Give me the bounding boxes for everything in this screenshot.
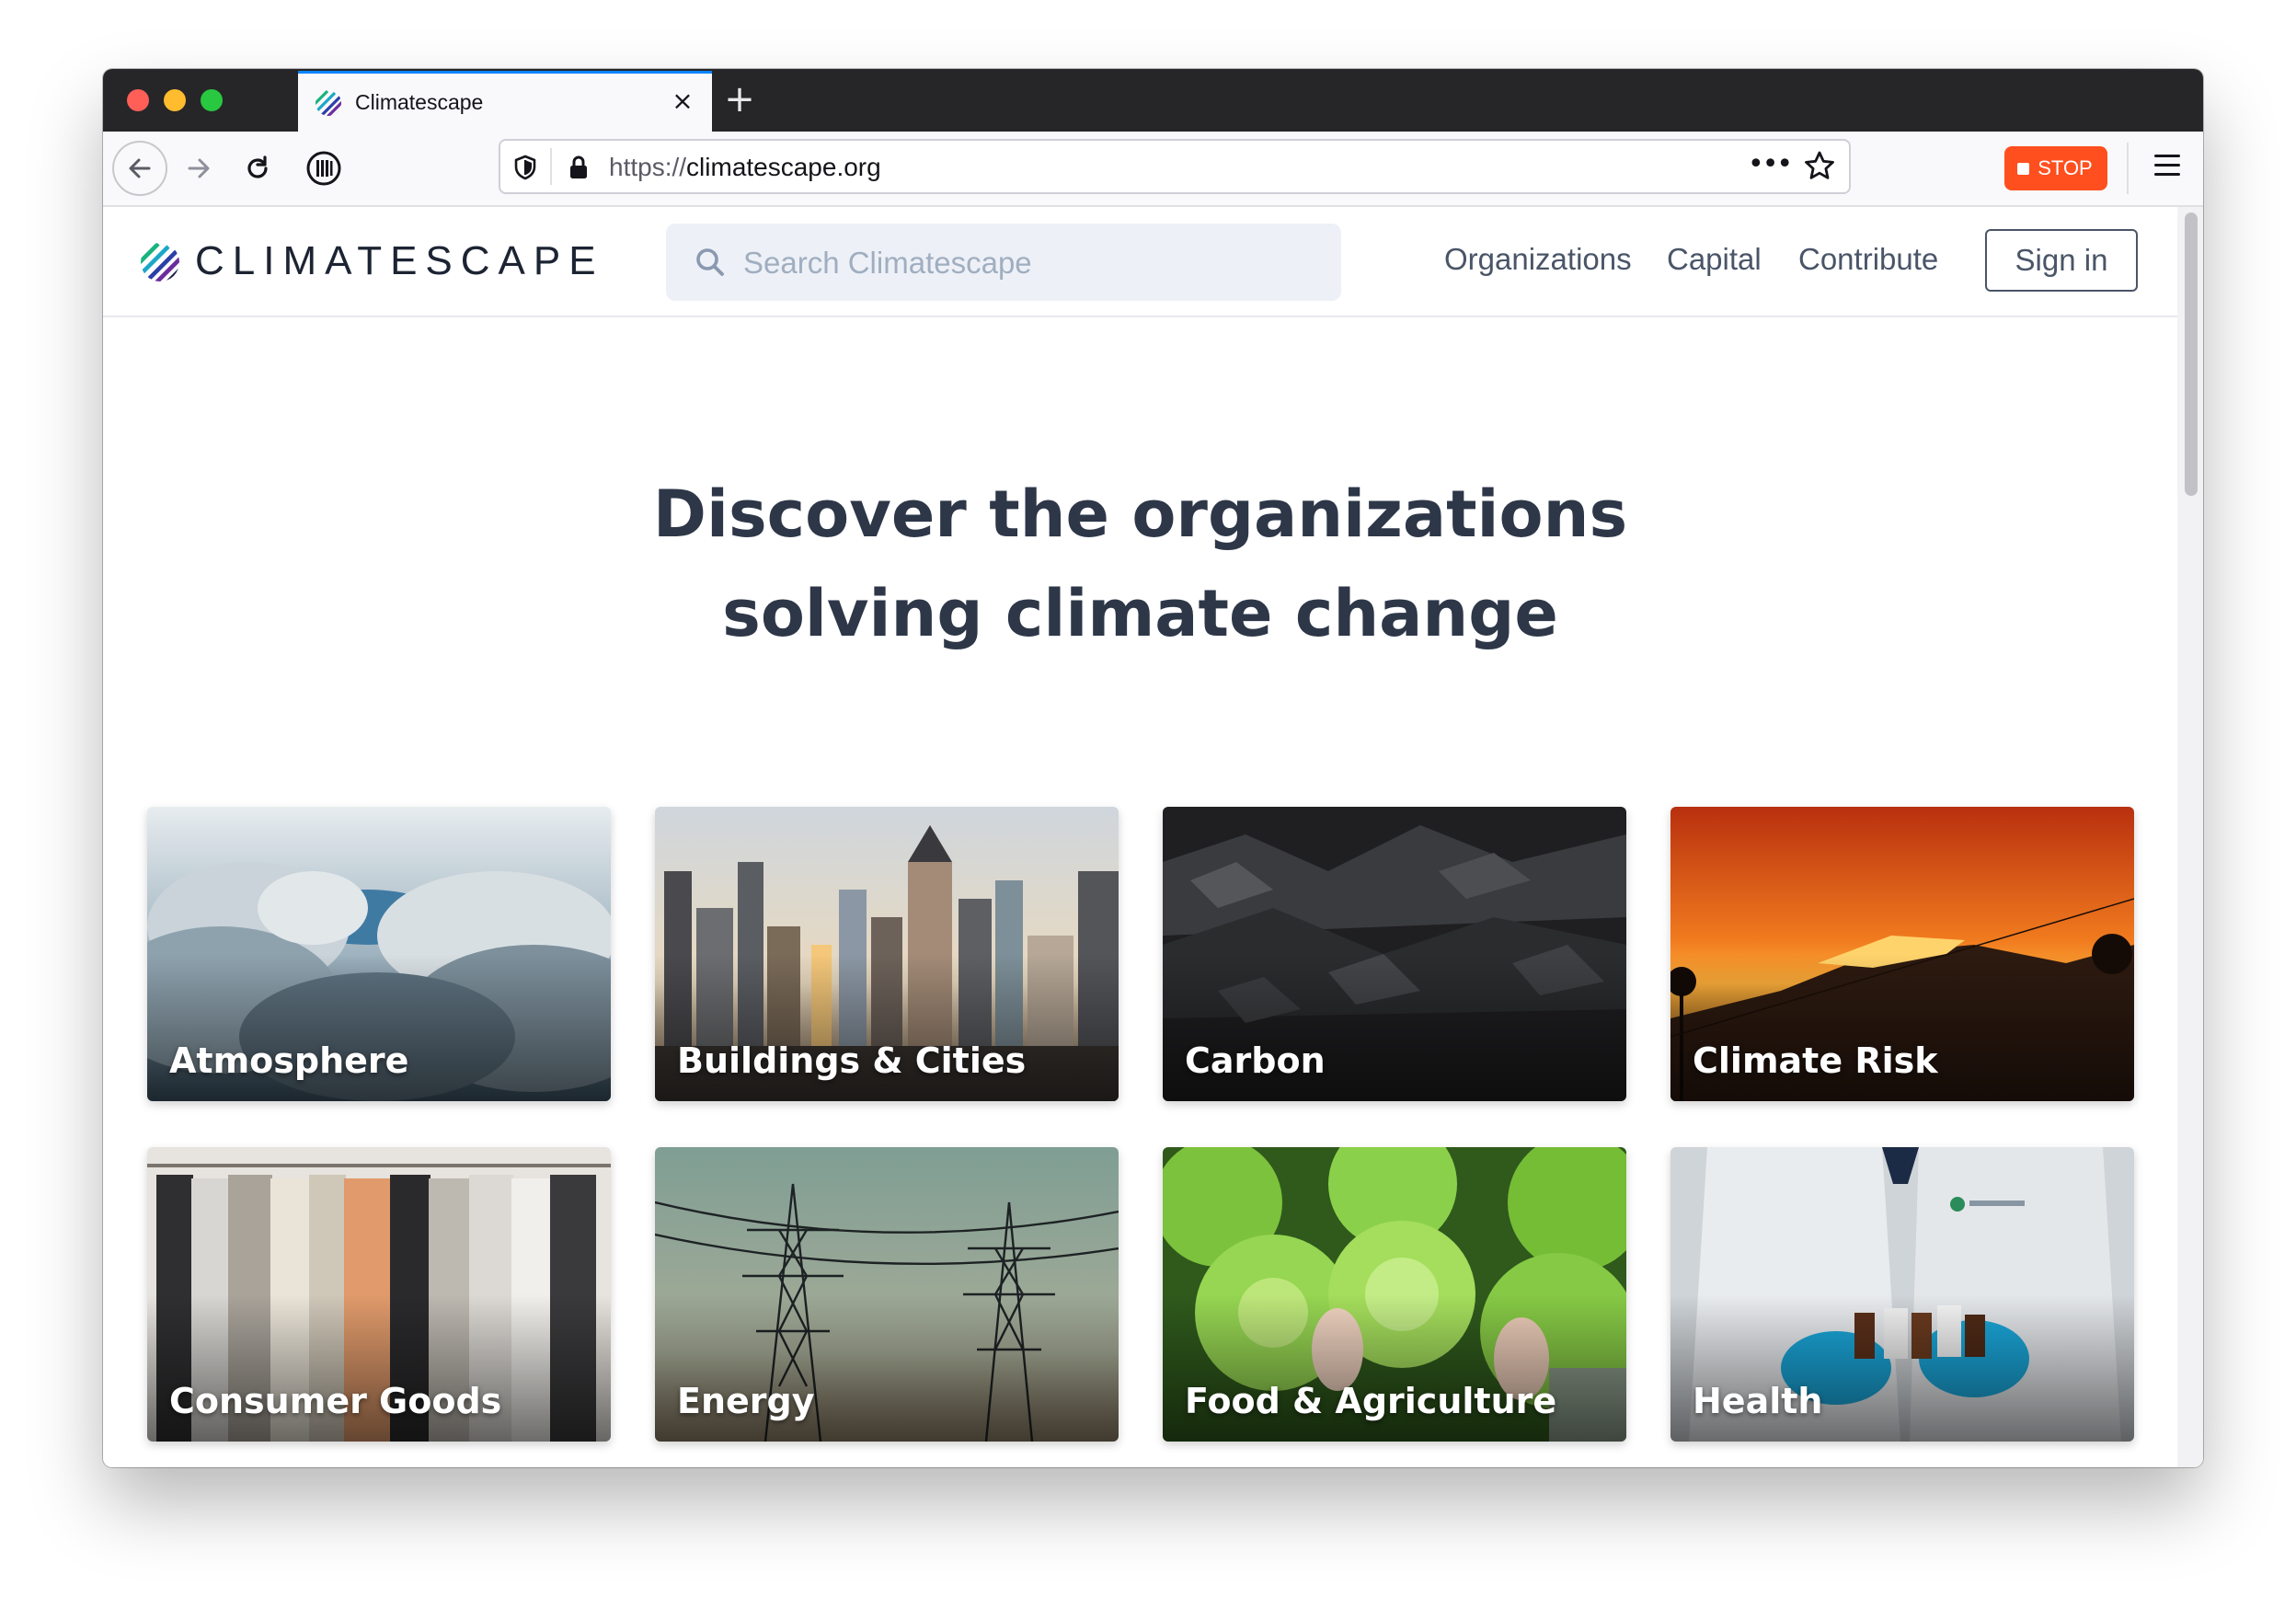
web-page: CLIMATESCAPE Organizations Capital Contr…	[103, 207, 2203, 1467]
bookmark-star-icon[interactable]	[1801, 148, 1838, 185]
category-card-health[interactable]: Health	[1670, 1147, 2134, 1442]
site-header: CLIMATESCAPE Organizations Capital Contr…	[103, 207, 2177, 317]
page-actions-menu-icon[interactable]: •••	[1748, 146, 1793, 187]
category-card-climate-risk[interactable]: Climate Risk	[1670, 807, 2134, 1101]
category-label: Food & Agriculture	[1185, 1381, 1557, 1421]
url-host: climatescape.org	[686, 153, 881, 181]
forward-arrow-icon	[188, 158, 210, 178]
close-window-button[interactable]	[127, 89, 149, 111]
browser-window: Climatescape × + https://climatescape.or…	[103, 69, 2203, 1467]
reload-icon	[247, 155, 268, 178]
url-scheme: https://	[609, 153, 687, 181]
category-label: Health	[1693, 1381, 1823, 1421]
lock-icon[interactable]	[565, 154, 592, 181]
search-box[interactable]	[666, 224, 1341, 303]
back-arrow-icon	[129, 158, 151, 178]
tracking-protection-shield-icon[interactable]	[511, 154, 539, 181]
category-card-energy[interactable]: Energy	[655, 1147, 1119, 1442]
nav-link-organizations[interactable]: Organizations	[1444, 242, 1632, 277]
minimize-window-button[interactable]	[164, 89, 186, 111]
climatescape-favicon-icon	[316, 90, 341, 116]
nav-link-capital[interactable]: Capital	[1667, 242, 1762, 277]
new-tab-button[interactable]: +	[718, 78, 762, 122]
sign-in-button[interactable]: Sign in	[1985, 229, 2138, 292]
category-label: Carbon	[1185, 1040, 1326, 1081]
category-card-buildings-cities[interactable]: Buildings & Cities	[655, 807, 1119, 1101]
stop-square-icon	[2017, 163, 2029, 175]
tab-strip: Climatescape × +	[103, 69, 2203, 132]
nav-link-contribute[interactable]: Contribute	[1798, 242, 1938, 277]
toolbar-separator	[2127, 143, 2129, 194]
stop-extension-button[interactable]: STOP	[2004, 146, 2107, 190]
back-button[interactable]	[112, 141, 167, 196]
logo-wordmark[interactable]: CLIMATESCAPE	[195, 238, 604, 284]
category-label: Consumer Goods	[169, 1381, 502, 1421]
address-bar[interactable]: https://climatescape.org •••	[499, 139, 1851, 194]
navigation-toolbar: https://climatescape.org ••• STOP	[103, 132, 2203, 207]
zoom-window-button[interactable]	[201, 89, 223, 111]
search-input[interactable]	[741, 224, 1315, 303]
browser-tab[interactable]: Climatescape ×	[298, 71, 712, 132]
category-card-carbon[interactable]: Carbon	[1163, 807, 1626, 1101]
stop-label: STOP	[2038, 156, 2093, 179]
extension-button[interactable]	[296, 141, 351, 196]
category-label: Energy	[677, 1381, 815, 1421]
search-icon	[696, 248, 724, 276]
close-tab-icon[interactable]: ×	[666, 85, 699, 118]
category-label: Climate Risk	[1693, 1040, 1938, 1081]
tab-title: Climatescape	[355, 90, 484, 114]
category-card-consumer-goods[interactable]: Consumer Goods	[147, 1147, 611, 1442]
climatescape-logo-icon[interactable]	[140, 242, 180, 282]
scrollbar-thumb[interactable]	[2185, 213, 2198, 496]
hero-heading-line-1: Discover the organizations	[652, 477, 1628, 552]
library-icon	[306, 151, 341, 186]
address-bar-separator	[550, 148, 552, 185]
url-text[interactable]: https://climatescape.org	[609, 153, 881, 182]
forward-button[interactable]	[171, 141, 226, 196]
category-card-atmosphere[interactable]: Atmosphere	[147, 807, 611, 1101]
reload-button[interactable]	[230, 141, 285, 196]
vertical-scrollbar[interactable]	[2177, 207, 2203, 1467]
category-card-food-agriculture[interactable]: Food & Agriculture	[1163, 1147, 1626, 1442]
hamburger-menu-icon[interactable]	[2147, 148, 2187, 189]
category-label: Atmosphere	[169, 1040, 409, 1081]
hero-heading: Discover the organizations solving clima…	[103, 465, 2177, 663]
category-label: Buildings & Cities	[677, 1040, 1027, 1081]
hero-heading-line-2: solving climate change	[722, 576, 1558, 651]
